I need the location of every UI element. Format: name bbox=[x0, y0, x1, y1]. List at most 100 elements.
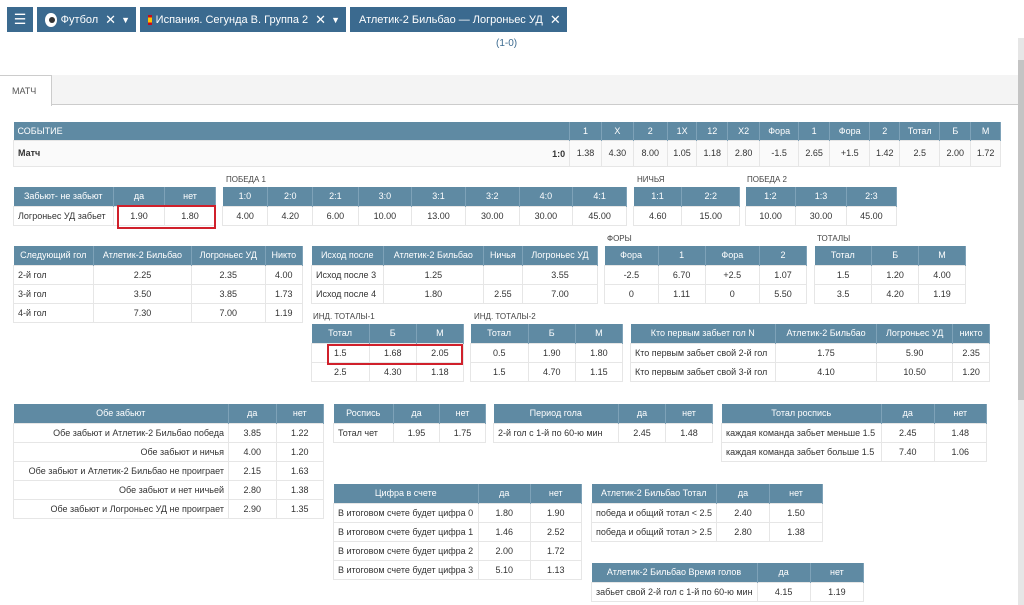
odds-cell[interactable]: 1.80 bbox=[574, 342, 624, 363]
odds-cell[interactable]: 1.68 bbox=[368, 342, 417, 363]
odds-cell[interactable]: 1.75 bbox=[439, 422, 486, 443]
odds-cell[interactable]: +2.5 bbox=[704, 264, 761, 285]
odds-cell[interactable]: 4.30 bbox=[600, 139, 634, 167]
odds-cell[interactable]: 0 bbox=[704, 283, 761, 304]
odds-cell[interactable]: 10.50 bbox=[876, 361, 954, 382]
odds-cell[interactable]: 2.45 bbox=[618, 422, 666, 443]
odds-cell[interactable]: 1.25 bbox=[383, 264, 484, 285]
odds-cell[interactable]: 13.00 bbox=[411, 205, 466, 226]
scrollbar-thumb[interactable] bbox=[1018, 60, 1024, 400]
odds-cell[interactable]: 2.15 bbox=[228, 460, 277, 481]
odds-cell[interactable]: 1.42 bbox=[869, 139, 901, 167]
chevron-down-icon[interactable]: ▼ bbox=[121, 15, 130, 25]
odds-cell[interactable]: 1.13 bbox=[529, 559, 582, 580]
odds-cell[interactable]: 10.00 bbox=[357, 205, 413, 226]
odds-cell[interactable]: 1.19 bbox=[918, 283, 966, 304]
odds-cell[interactable]: 2.80 bbox=[727, 139, 761, 167]
odds-cell[interactable]: 1.05 bbox=[666, 139, 698, 167]
odds-cell[interactable]: 4.20 bbox=[267, 205, 314, 226]
odds-cell[interactable]: 2.55 bbox=[482, 283, 524, 304]
odds-cell[interactable]: 1.38 bbox=[569, 139, 602, 167]
odds-cell[interactable]: 15.00 bbox=[681, 205, 740, 226]
odds-cell[interactable]: 6.70 bbox=[657, 264, 706, 285]
odds-cell[interactable]: 45.00 bbox=[845, 205, 898, 226]
odds-cell[interactable]: 1.46 bbox=[478, 521, 531, 542]
odds-cell[interactable]: 1.06 bbox=[933, 441, 987, 462]
odds-cell[interactable]: 2.90 bbox=[228, 498, 277, 519]
odds-cell[interactable]: 8.00 bbox=[632, 139, 668, 167]
odds-cell[interactable]: 1.5 bbox=[813, 264, 873, 285]
odds-cell[interactable]: 1.35 bbox=[275, 498, 324, 519]
odds-cell[interactable]: 1.90 bbox=[529, 502, 582, 523]
odds-cell[interactable]: 1.48 bbox=[933, 422, 987, 443]
odds-cell[interactable]: 2.35 bbox=[190, 264, 266, 285]
odds-cell[interactable]: 30.00 bbox=[518, 205, 574, 226]
odds-cell[interactable]: 1.15 bbox=[574, 361, 624, 382]
odds-cell[interactable]: 2.00 bbox=[939, 139, 972, 167]
close-icon[interactable]: ✕ bbox=[105, 12, 116, 28]
odds-cell[interactable]: 7.00 bbox=[190, 302, 266, 323]
odds-cell[interactable]: 1.11 bbox=[657, 283, 706, 304]
odds-cell[interactable]: 1.72 bbox=[529, 540, 582, 561]
odds-cell[interactable]: 2.25 bbox=[93, 264, 192, 285]
odds-cell[interactable]: 45.00 bbox=[572, 205, 627, 226]
tab-match[interactable]: МАТЧ bbox=[0, 75, 52, 106]
odds-cell[interactable]: 3.85 bbox=[228, 422, 277, 443]
odds-cell[interactable]: 1.72 bbox=[970, 139, 1001, 167]
odds-cell[interactable]: 2.52 bbox=[529, 521, 582, 542]
chevron-down-icon[interactable]: ▼ bbox=[331, 15, 340, 25]
odds-cell[interactable]: 1.5 bbox=[311, 342, 370, 363]
odds-cell[interactable]: 1.80 bbox=[164, 205, 216, 226]
odds-cell[interactable]: 1.90 bbox=[527, 342, 576, 363]
close-icon[interactable]: ✕ bbox=[315, 12, 326, 28]
odds-cell[interactable]: 1.80 bbox=[383, 283, 484, 304]
league-filter[interactable]: Испания. Сегунда В. Группа 2 ✕ ▼ bbox=[140, 7, 346, 32]
odds-cell[interactable]: 1.20 bbox=[871, 264, 920, 285]
odds-cell[interactable]: 1.07 bbox=[759, 264, 807, 285]
odds-cell[interactable]: 2.80 bbox=[228, 479, 277, 500]
odds-cell[interactable]: 1.63 bbox=[275, 460, 324, 481]
odds-cell[interactable]: 7.40 bbox=[881, 441, 935, 462]
odds-cell[interactable]: 1.18 bbox=[415, 361, 465, 382]
odds-cell[interactable]: 4.10 bbox=[774, 361, 878, 382]
odds-cell[interactable]: 4.60 bbox=[632, 205, 683, 226]
match-filter[interactable]: Атлетик-2 Бильбао — Логроньес УД ✕ ▼ bbox=[350, 7, 575, 32]
odds-cell[interactable]: 3.55 bbox=[522, 264, 598, 285]
odds-cell[interactable]: 4.00 bbox=[264, 264, 304, 285]
odds-cell[interactable] bbox=[482, 264, 524, 285]
odds-cell[interactable]: 2.40 bbox=[716, 502, 771, 523]
odds-cell[interactable]: 3.5 bbox=[813, 283, 873, 304]
odds-cell[interactable]: 1.5 bbox=[470, 361, 529, 382]
odds-cell[interactable]: 1.50 bbox=[769, 502, 823, 523]
odds-cell[interactable]: 1.20 bbox=[952, 361, 990, 382]
odds-cell[interactable]: 0.5 bbox=[470, 342, 529, 363]
odds-cell[interactable]: 0 bbox=[604, 283, 659, 304]
odds-cell[interactable]: 4.00 bbox=[228, 441, 277, 462]
odds-cell[interactable]: 2.65 bbox=[798, 139, 831, 167]
odds-cell[interactable]: 1.19 bbox=[264, 302, 304, 323]
odds-cell[interactable]: 4.00 bbox=[918, 264, 966, 285]
odds-cell[interactable]: 7.00 bbox=[522, 283, 598, 304]
odds-cell[interactable]: 1.75 bbox=[774, 342, 878, 363]
odds-cell[interactable]: 2.45 bbox=[881, 422, 935, 443]
odds-cell[interactable]: 6.00 bbox=[312, 205, 359, 226]
odds-cell[interactable]: 4.70 bbox=[527, 361, 576, 382]
odds-cell[interactable]: 1.73 bbox=[264, 283, 304, 304]
odds-cell[interactable]: 1.80 bbox=[478, 502, 531, 523]
odds-cell[interactable]: 4.00 bbox=[221, 205, 269, 226]
odds-cell[interactable]: 4.15 bbox=[756, 581, 811, 602]
odds-cell[interactable]: 4.20 bbox=[871, 283, 920, 304]
odds-cell[interactable]: 2.05 bbox=[415, 342, 465, 363]
odds-cell[interactable]: 5.90 bbox=[876, 342, 954, 363]
odds-cell[interactable]: 1.90 bbox=[113, 205, 165, 226]
odds-cell[interactable]: 1.19 bbox=[809, 581, 865, 602]
odds-cell[interactable]: 5.50 bbox=[759, 283, 807, 304]
odds-cell[interactable]: 7.30 bbox=[93, 302, 192, 323]
odds-cell[interactable]: 1.48 bbox=[665, 422, 713, 443]
odds-cell[interactable]: 5.10 bbox=[478, 559, 531, 580]
menu-button[interactable]: ☰ bbox=[7, 7, 33, 32]
odds-cell[interactable]: 30.00 bbox=[795, 205, 847, 226]
odds-cell[interactable]: 1.22 bbox=[275, 422, 324, 443]
sport-filter[interactable]: Футбол ✕ ▼ bbox=[37, 7, 136, 32]
odds-cell[interactable]: 2.5 bbox=[311, 361, 370, 382]
